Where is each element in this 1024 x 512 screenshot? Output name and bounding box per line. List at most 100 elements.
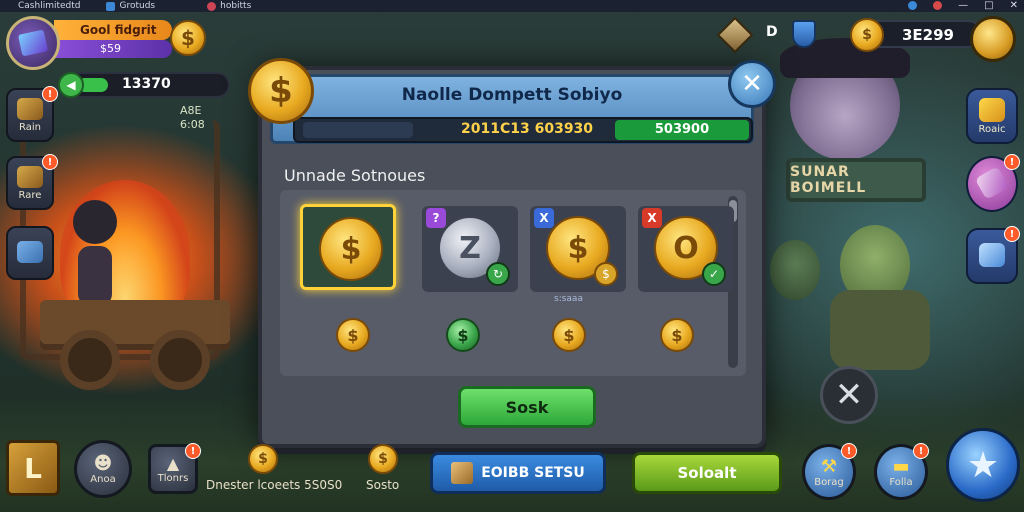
tile-caption: s:saaa — [554, 294, 583, 304]
anvil-icon: ▲ — [166, 454, 180, 473]
balance-text: 2011C13 603930 — [461, 121, 594, 137]
coin-tile-silver[interactable]: Z ? ↻ — [422, 206, 518, 292]
check-icon: ↻ — [486, 262, 510, 286]
modal-close-button[interactable]: ✕ — [728, 60, 776, 108]
stat-line: 6:08 — [180, 118, 205, 131]
xp-value: 13370 — [122, 76, 171, 92]
goblin-character — [770, 240, 820, 300]
coin-tile-gold-o[interactable]: O X ✓ — [638, 206, 734, 292]
window-titlebar: Cashlimitedtd Grotuds hobitts — □ ✕ — [0, 0, 1024, 12]
empty-progress-bar — [303, 122, 413, 138]
select-button[interactable]: Sosk — [458, 386, 596, 428]
player-avatar[interactable] — [6, 16, 60, 70]
crate-icon — [451, 462, 474, 484]
villain-character — [780, 38, 910, 160]
x-tag-icon: X — [642, 208, 662, 228]
dollar-coin-icon: $ — [248, 58, 314, 124]
shield-icon[interactable] — [792, 20, 816, 48]
stat-line: A8E — [180, 104, 202, 117]
stat-readout: A8E 6:08 — [180, 104, 205, 132]
gold-coin-icon[interactable]: $ — [170, 20, 206, 56]
round-button-label: Borag — [814, 477, 844, 488]
bottom-label: Sosto — [366, 478, 400, 492]
coin-tile-gold-dollar[interactable]: $ X $ — [530, 206, 626, 292]
anoa-button[interactable]: ☻ Anoa — [74, 440, 132, 498]
price-coin-icon: $ — [552, 318, 586, 352]
window-tab-label[interactable]: hobitts — [220, 1, 251, 11]
app-name: Cashlimitedtd — [18, 1, 81, 11]
folla-button[interactable]: ▬ Folla ! — [874, 443, 929, 500]
coin-mini-icon: $ — [594, 262, 618, 286]
status-icon — [908, 1, 918, 10]
main-action-button[interactable]: ★ — [946, 428, 1020, 502]
price-coin-icon: $ — [660, 318, 694, 352]
player-sub-value: $59 — [100, 42, 121, 55]
record-icon — [933, 1, 943, 10]
window-tab[interactable]: Grotuds — [106, 1, 155, 11]
close-icon: ✕ — [834, 375, 864, 415]
side-button-rain[interactable]: Rain ! — [6, 86, 58, 142]
green-balance-badge: 503900 — [615, 120, 749, 140]
star-icon — [979, 97, 1005, 122]
maximize-button[interactable]: □ — [984, 0, 993, 11]
blue-action-button[interactable]: EOIBB SETSU — [430, 452, 606, 494]
notification-badge: ! — [841, 443, 857, 459]
currency-counter: $ 3E299 — [850, 18, 982, 52]
modal-title: Naolle Dompett Sobiyo — [401, 85, 623, 105]
side-button-star[interactable] — [6, 226, 54, 280]
notification-badge: ! — [913, 443, 929, 459]
side-button-rare[interactable]: Rare ! — [6, 154, 58, 210]
cancel-x-button[interactable]: ✕ — [820, 366, 878, 424]
side-button-roaic[interactable]: Roaic — [966, 88, 1018, 144]
d-label: D — [766, 24, 778, 40]
cart-wheel — [60, 330, 120, 390]
minimize-button[interactable]: — — [958, 0, 968, 11]
borag-button[interactable]: ⚒ Borag ! — [802, 443, 857, 500]
cart-wheel — [150, 330, 210, 390]
round-button-label: Anoa — [90, 474, 116, 485]
notification-badge: ! — [1004, 226, 1020, 242]
player-name-bar: Gool fidgrit — [54, 20, 172, 40]
player-sub-bar: $59 — [54, 40, 172, 58]
coin-tile-gold-gem[interactable]: $ — [300, 204, 396, 290]
check-icon: ✓ — [702, 262, 726, 286]
coin-stack-icon: $ — [850, 18, 884, 52]
bottom-left-button[interactable]: L — [6, 440, 60, 496]
skull-icon: ☻ — [93, 453, 113, 474]
modal-info-strip: 2011C13 603930 503900 — [293, 117, 753, 143]
tlonrs-button[interactable]: ▲ Tlonrs ! — [148, 443, 201, 494]
modal-header: Naolle Dompett Sobiyo 2011C13 603930 503… — [270, 74, 754, 144]
lime-action-button[interactable]: Soloalt — [632, 452, 782, 494]
close-window-button[interactable]: ✕ — [1010, 0, 1018, 11]
notification-badge: ! — [1004, 154, 1020, 170]
side-button-potion[interactable]: ! — [966, 154, 1020, 212]
bottom-info-text: Dnester lcoeets 5S0S0 — [206, 478, 343, 492]
currency-value: 3E299 — [902, 26, 954, 44]
side-button-label: Rain — [19, 121, 41, 133]
question-icon: ? — [426, 208, 446, 228]
tab-icon — [106, 1, 116, 11]
round-button-label: Folla — [889, 477, 913, 488]
gem-icon — [17, 29, 49, 57]
level-up-arrow-icon: ◀ — [58, 72, 84, 98]
coin-icon: $ — [368, 444, 398, 474]
scroll-icon — [17, 97, 43, 120]
notification-badge: ! — [42, 154, 58, 170]
tag-icon: X — [534, 208, 554, 228]
star-icon — [17, 241, 43, 263]
price-green-coin-icon: $ — [446, 318, 480, 352]
notification-badge: ! — [185, 443, 201, 459]
wallet-modal: Naolle Dompett Sobiyo 2011C13 603930 503… — [248, 58, 776, 448]
side-button-label: Roaic — [978, 123, 1006, 135]
app-icon — [207, 1, 217, 11]
section-label: Unnade Sotnoues — [284, 166, 426, 185]
mailbox-icon — [979, 243, 1005, 267]
player-name: Gool fidgrit — [80, 23, 157, 37]
wooden-sign: SUNAR BOIMELL — [786, 158, 926, 202]
shop-button[interactable] — [970, 16, 1016, 62]
item-grid: $ Z ? ↻ $ X $ O X ✓ s:saaa $ $ $ $ — [280, 190, 746, 376]
side-button-mail[interactable]: ! — [966, 226, 1020, 284]
window-controls: — □ ✕ — [908, 0, 1018, 11]
side-button-label: Rare — [18, 189, 42, 201]
gold-bar-icon: ▬ — [892, 456, 910, 477]
